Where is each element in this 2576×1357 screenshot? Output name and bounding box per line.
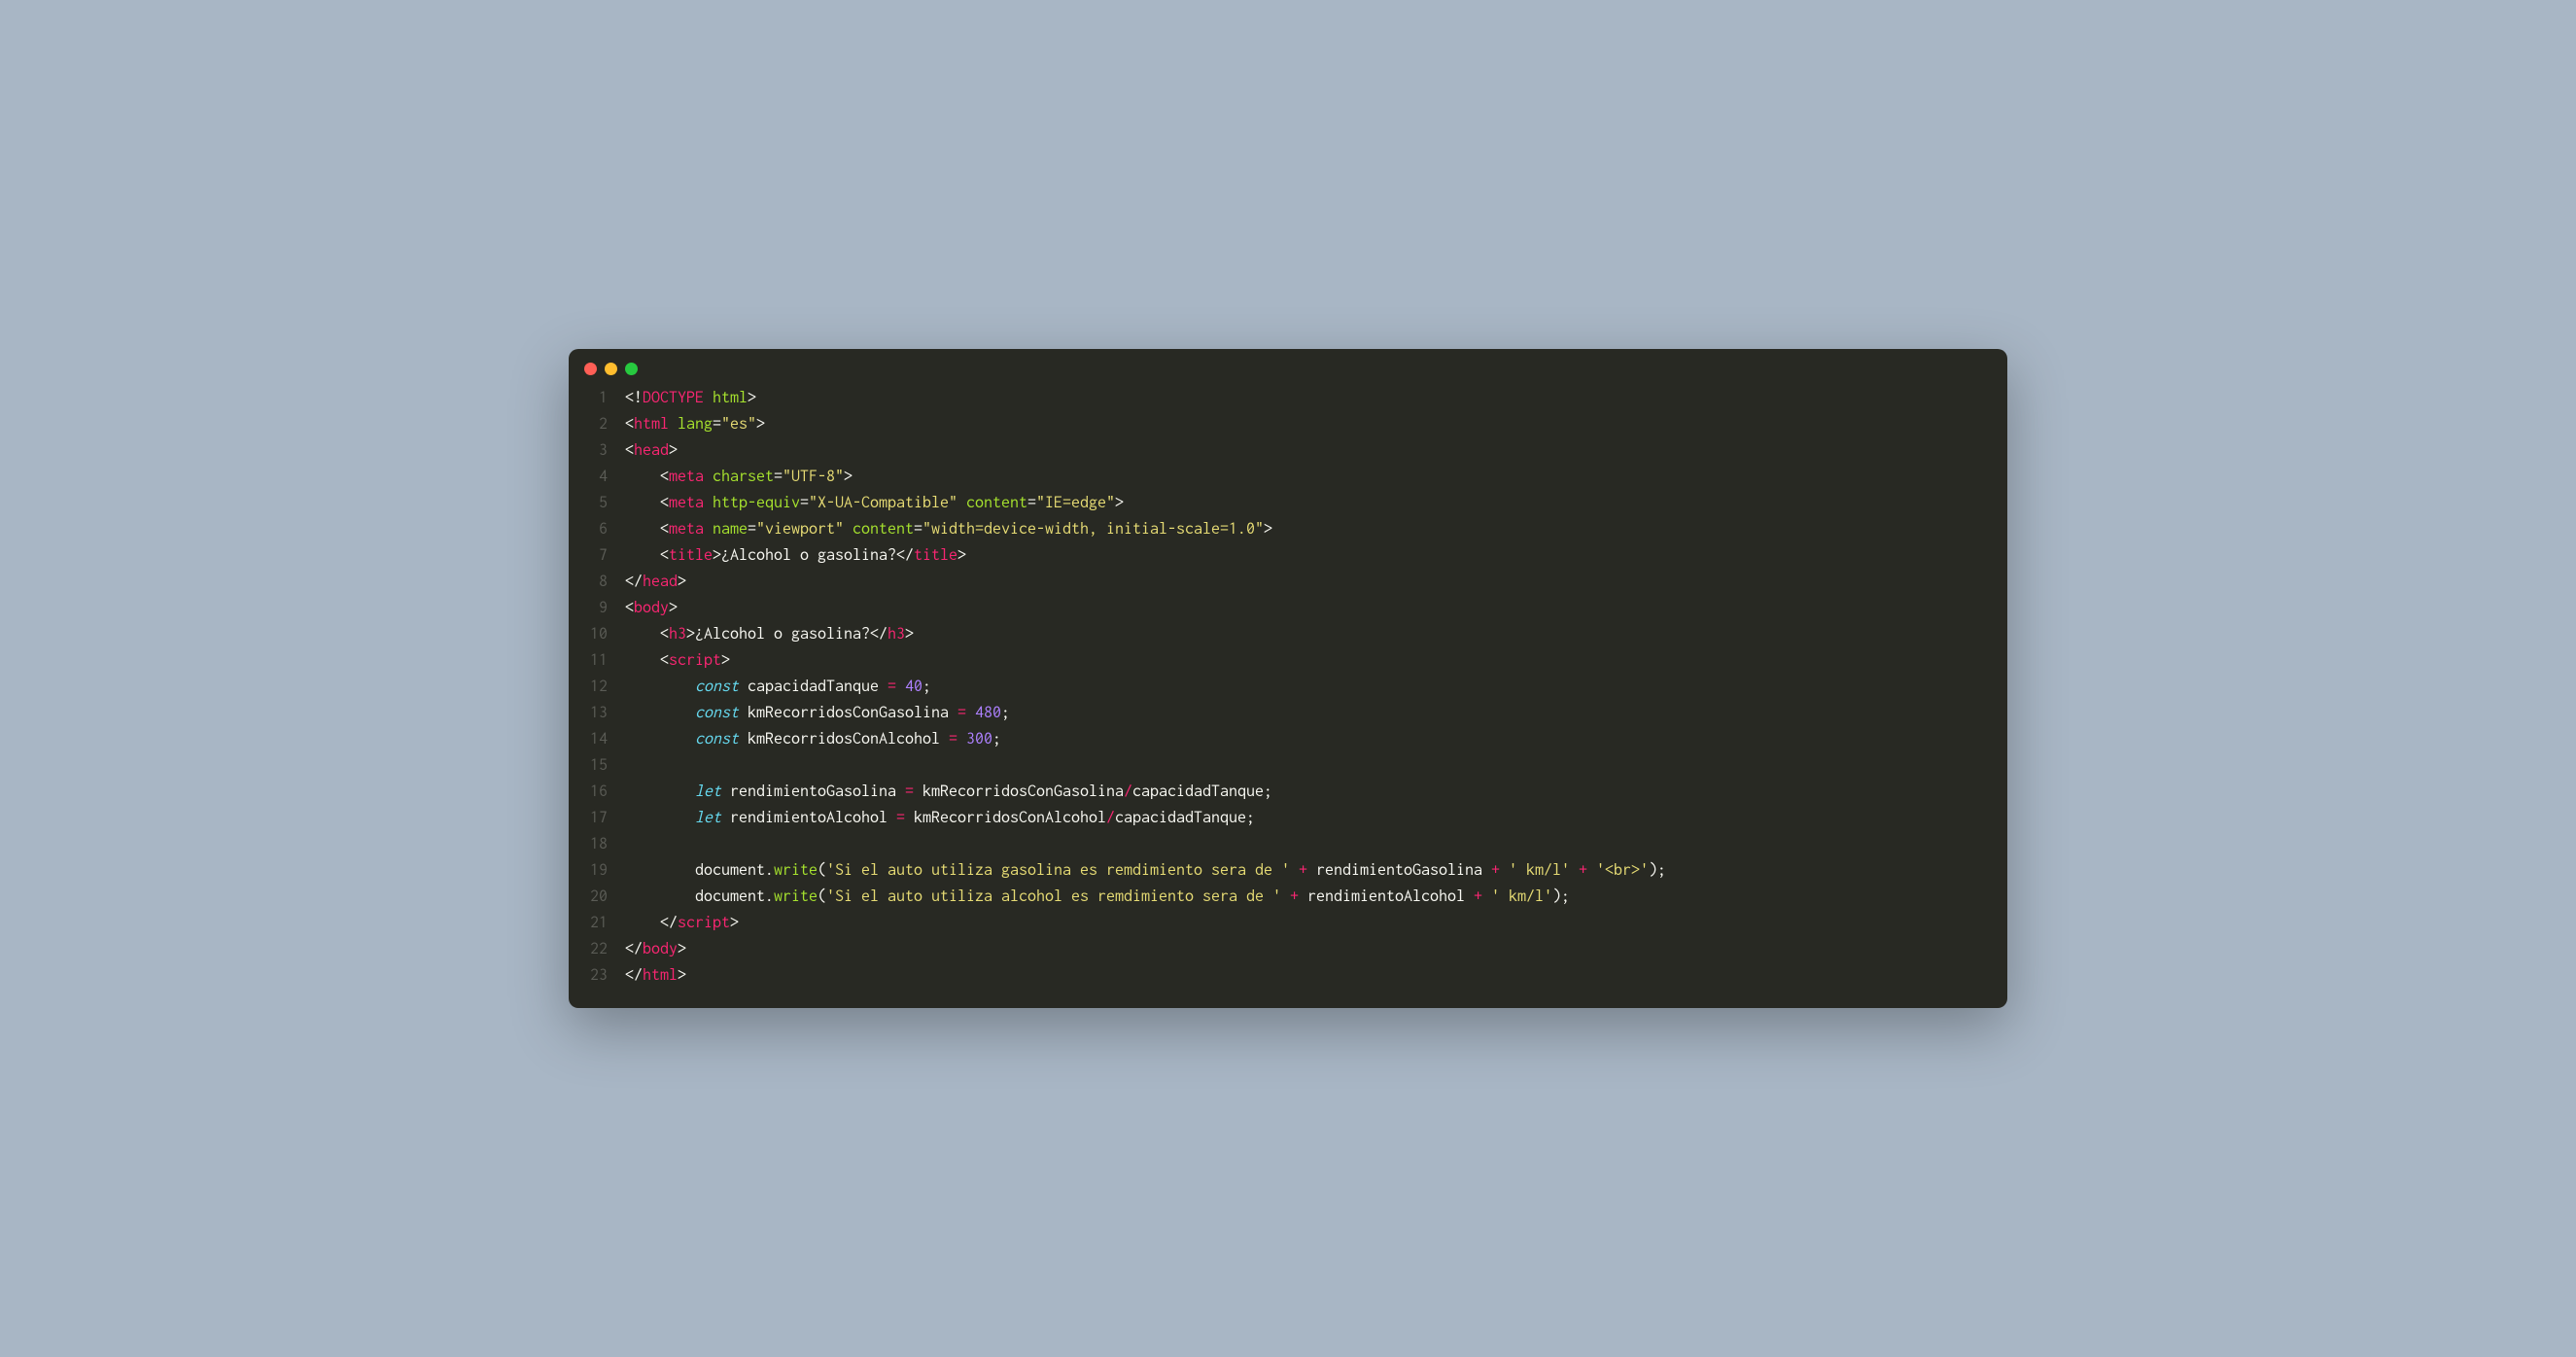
code-line: <body> — [625, 595, 2007, 621]
code-line: const capacidadTanque = 40; — [625, 674, 2007, 700]
window-titlebar — [569, 349, 2007, 385]
code-content[interactable]: <!DOCTYPE html><html lang="es"><head> <m… — [625, 385, 2007, 989]
line-number: 20 — [590, 884, 608, 910]
code-line: <script> — [625, 647, 2007, 674]
line-number: 14 — [590, 726, 608, 752]
line-number: 4 — [590, 464, 608, 490]
line-number: 17 — [590, 805, 608, 831]
code-line: <html lang="es"> — [625, 411, 2007, 437]
code-area: 1 2 3 4 5 6 7 8 9 10 11 12 13 14 15 16 1… — [569, 385, 2007, 1008]
code-line: <head> — [625, 437, 2007, 464]
code-line: <title>¿Alcohol o gasolina?</title> — [625, 542, 2007, 569]
line-number: 23 — [590, 962, 608, 989]
line-number: 18 — [590, 831, 608, 857]
line-number: 13 — [590, 700, 608, 726]
code-line: </html> — [625, 962, 2007, 989]
line-number: 8 — [590, 569, 608, 595]
code-line: const kmRecorridosConAlcohol = 300; — [625, 726, 2007, 752]
line-number-gutter: 1 2 3 4 5 6 7 8 9 10 11 12 13 14 15 16 1… — [569, 385, 625, 989]
line-number: 10 — [590, 621, 608, 647]
code-line: <!DOCTYPE html> — [625, 385, 2007, 411]
line-number: 11 — [590, 647, 608, 674]
line-number: 12 — [590, 674, 608, 700]
line-number: 9 — [590, 595, 608, 621]
code-line: <meta http-equiv="X-UA-Compatible" conte… — [625, 490, 2007, 516]
code-line: document.write('Si el auto utiliza alcoh… — [625, 884, 2007, 910]
code-window: 1 2 3 4 5 6 7 8 9 10 11 12 13 14 15 16 1… — [569, 349, 2007, 1008]
line-number: 22 — [590, 936, 608, 962]
minimize-icon[interactable] — [605, 363, 617, 375]
code-line: <meta name="viewport" content="width=dev… — [625, 516, 2007, 542]
line-number: 16 — [590, 779, 608, 805]
line-number: 19 — [590, 857, 608, 884]
code-line: let rendimientoGasolina = kmRecorridosCo… — [625, 779, 2007, 805]
code-line: const kmRecorridosConGasolina = 480; — [625, 700, 2007, 726]
code-line: <meta charset="UTF-8"> — [625, 464, 2007, 490]
maximize-icon[interactable] — [625, 363, 638, 375]
line-number: 5 — [590, 490, 608, 516]
code-line — [625, 831, 2007, 857]
close-icon[interactable] — [584, 363, 597, 375]
code-line: <h3>¿Alcohol o gasolina?</h3> — [625, 621, 2007, 647]
line-number: 2 — [590, 411, 608, 437]
line-number: 6 — [590, 516, 608, 542]
code-line: document.write('Si el auto utiliza gasol… — [625, 857, 2007, 884]
line-number: 1 — [590, 385, 608, 411]
code-line: </body> — [625, 936, 2007, 962]
code-line: let rendimientoAlcohol = kmRecorridosCon… — [625, 805, 2007, 831]
line-number: 3 — [590, 437, 608, 464]
code-line — [625, 752, 2007, 779]
code-line: </script> — [625, 910, 2007, 936]
line-number: 21 — [590, 910, 608, 936]
line-number: 7 — [590, 542, 608, 569]
line-number: 15 — [590, 752, 608, 779]
code-line: </head> — [625, 569, 2007, 595]
